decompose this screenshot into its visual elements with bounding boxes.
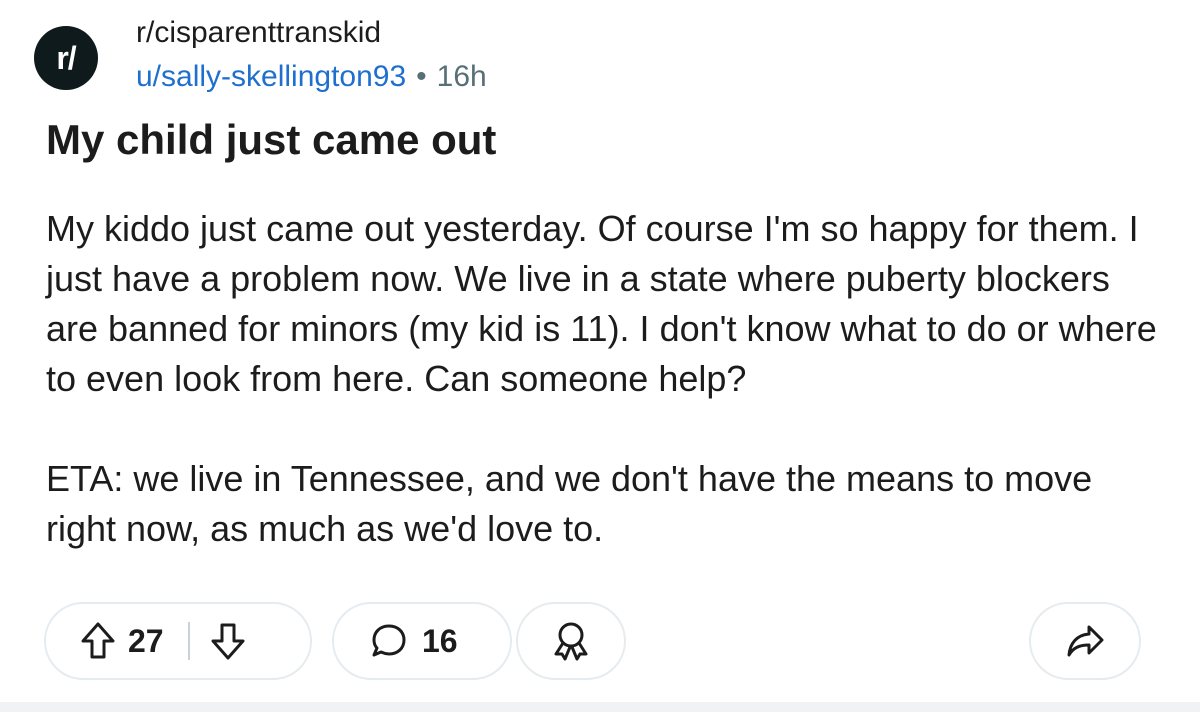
award-ribbon-icon xyxy=(551,620,591,662)
vote-control: 27 xyxy=(44,602,312,680)
action-bar: 27 16 xyxy=(44,602,1156,684)
community-avatar[interactable]: r/ xyxy=(34,26,98,90)
upvote-arrow-icon[interactable] xyxy=(80,621,116,661)
subreddit-link[interactable]: r/cisparenttranskid xyxy=(136,12,487,54)
post-title[interactable]: My child just came out xyxy=(46,112,496,168)
post-timestamp: 16h xyxy=(436,60,487,93)
downvote-arrow-icon[interactable] xyxy=(210,621,246,661)
vote-score: 27 xyxy=(128,622,164,659)
speech-bubble-icon xyxy=(370,622,408,660)
share-arrow-icon xyxy=(1065,623,1105,659)
author-link[interactable]: u/sally-skellington93 xyxy=(136,60,406,93)
award-button[interactable] xyxy=(516,602,626,680)
post-paragraph: ETA: we live in Tennessee, and we don't … xyxy=(46,458,1093,549)
post-paragraph: My kiddo just came out yesterday. Of cou… xyxy=(46,208,1157,399)
comments-button[interactable]: 16 xyxy=(332,602,512,680)
author-line: u/sally-skellington93 • 16h xyxy=(136,56,487,98)
post-body: My kiddo just came out yesterday. Of cou… xyxy=(46,204,1166,554)
vote-divider xyxy=(187,622,190,660)
share-button[interactable] xyxy=(1029,602,1141,680)
bottom-divider xyxy=(0,702,1200,712)
comment-count: 16 xyxy=(422,622,458,659)
post-meta: r/cisparenttranskid u/sally-skellington9… xyxy=(136,12,487,98)
post-card: r/ r/cisparenttranskid u/sally-skellingt… xyxy=(0,0,1200,712)
meta-separator: • xyxy=(416,60,427,93)
